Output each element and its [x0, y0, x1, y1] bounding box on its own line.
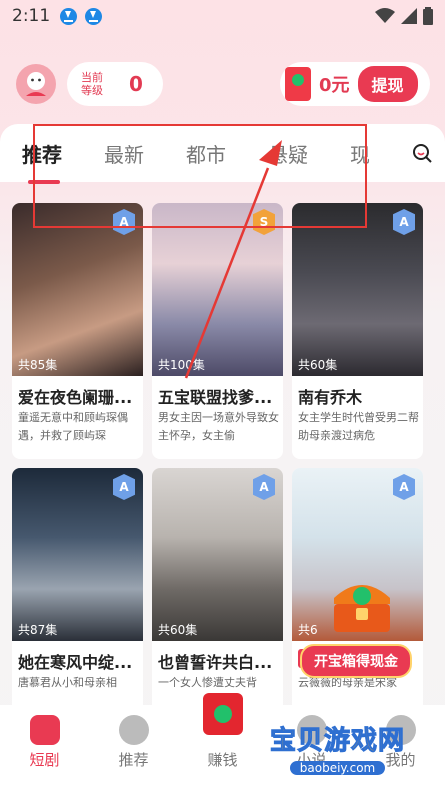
- tv-icon: [29, 715, 60, 745]
- redpacket-icon: [202, 693, 243, 735]
- watermark: 宝贝游戏网 baobeiy.com: [269, 720, 406, 776]
- nav-recommend[interactable]: 推荐: [89, 705, 178, 791]
- nav-label: 赚钱: [207, 751, 238, 769]
- nav-earn[interactable]: 赚钱: [178, 693, 267, 791]
- nav-short-drama[interactable]: 短剧: [0, 705, 89, 791]
- nav-label: 短剧: [29, 751, 60, 769]
- annotation-arrow: [184, 140, 282, 379]
- watermark-text: 宝贝游戏网: [269, 726, 406, 757]
- fire-icon: [118, 715, 149, 745]
- nav-label: 推荐: [118, 751, 149, 769]
- watermark-url: baobeiy.com: [289, 761, 386, 775]
